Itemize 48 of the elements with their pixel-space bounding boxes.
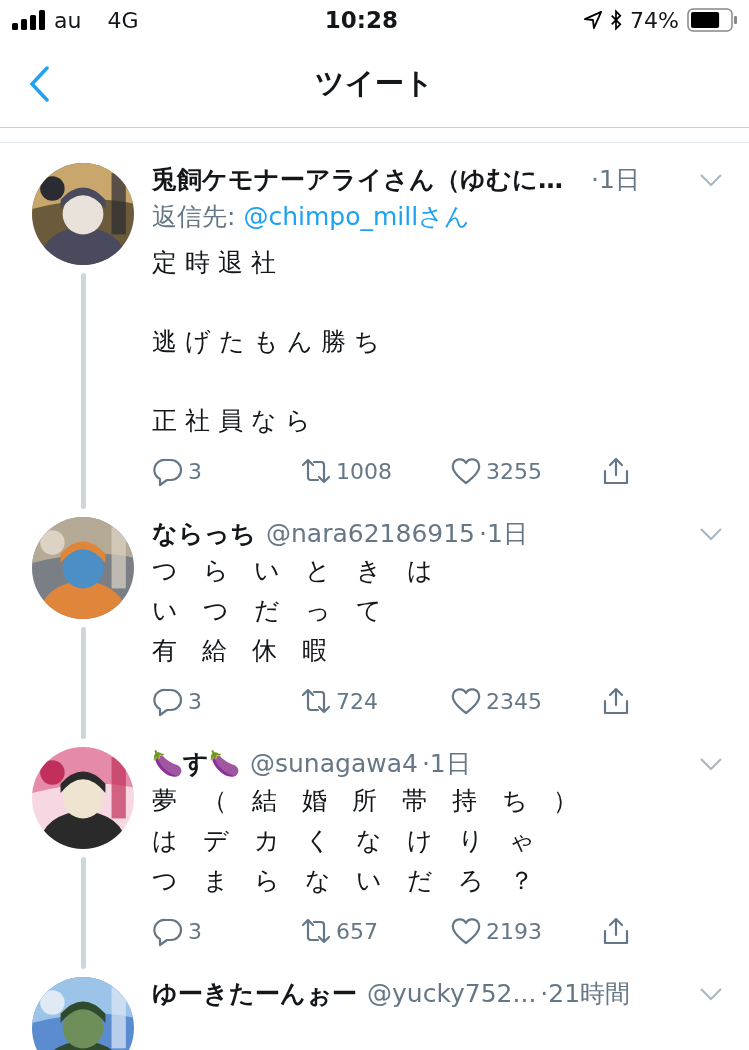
user-handle: @nara62186915	[266, 519, 475, 549]
tweet-text: つ ら い と き は	[152, 555, 434, 587]
timestamp: ·1日	[591, 165, 640, 195]
tweet-text: 逃 げ た も ん 勝 ち	[152, 326, 381, 358]
signal-icon	[12, 10, 46, 30]
reply-button[interactable]: 3	[152, 915, 202, 947]
reply-button[interactable]: 3	[152, 685, 202, 717]
screen-title: ツイート	[315, 65, 434, 100]
chevron-down-icon[interactable]	[699, 527, 723, 541]
display-name: ゆーきたーんぉー	[152, 979, 357, 1009]
timestamp: ·1日	[479, 519, 528, 549]
tweet-text: つ ま ら な い だ ろ ？	[152, 865, 535, 897]
network-label: 4G	[107, 7, 139, 33]
tweet-text: 有 給 休 暇	[152, 635, 328, 667]
tweet-text: い つ だ っ て	[152, 595, 383, 627]
timestamp: ·1日	[421, 749, 471, 779]
battery-icon	[687, 8, 737, 32]
clock-time: 10:28	[323, 7, 399, 33]
tweet-text: は デ カ く な け り ゃ	[152, 825, 536, 857]
display-name: 🍆す🍆	[152, 749, 240, 779]
reply-to-link[interactable]: @chimpo_millさん	[243, 202, 471, 231]
retweet-button[interactable]: 724	[300, 685, 378, 717]
location-arrow-icon	[584, 11, 603, 29]
tweet-text: 夢 （ 結 婚 所 帯 持 ち ）	[152, 785, 579, 817]
heart-icon	[450, 455, 482, 487]
user-handle: @sunagawa4	[250, 749, 418, 779]
back-chevron-icon	[28, 65, 50, 102]
chevron-down-icon[interactable]	[699, 757, 723, 771]
battery-percent: 74%	[630, 7, 679, 33]
chevron-down-icon[interactable]	[699, 173, 723, 187]
carrier-label: au	[54, 7, 82, 33]
timestamp: ·21時間	[540, 979, 631, 1009]
like-button[interactable]: 3255	[450, 455, 542, 487]
retweet-button[interactable]: 1008	[300, 455, 392, 487]
retweet-button[interactable]: 657	[300, 915, 378, 947]
chevron-down-icon[interactable]	[699, 987, 723, 1001]
reply-label: 返信先:	[152, 202, 236, 231]
reply-button[interactable]: 3	[152, 455, 202, 487]
display-name: 兎飼ケモナーアライさん（ゆむに…	[152, 165, 563, 195]
like-button[interactable]: 2345	[450, 685, 542, 717]
tweet-text: 正 社 員 な ら	[152, 405, 312, 437]
display-name: ならっち	[152, 519, 256, 549]
heart-icon	[450, 685, 482, 717]
bluetooth-icon	[610, 9, 623, 31]
user-handle: @yucky752...	[367, 979, 537, 1009]
tweet-text: 定 時 退 社	[152, 247, 277, 279]
heart-icon	[450, 915, 482, 947]
like-button[interactable]: 2193	[450, 915, 542, 947]
